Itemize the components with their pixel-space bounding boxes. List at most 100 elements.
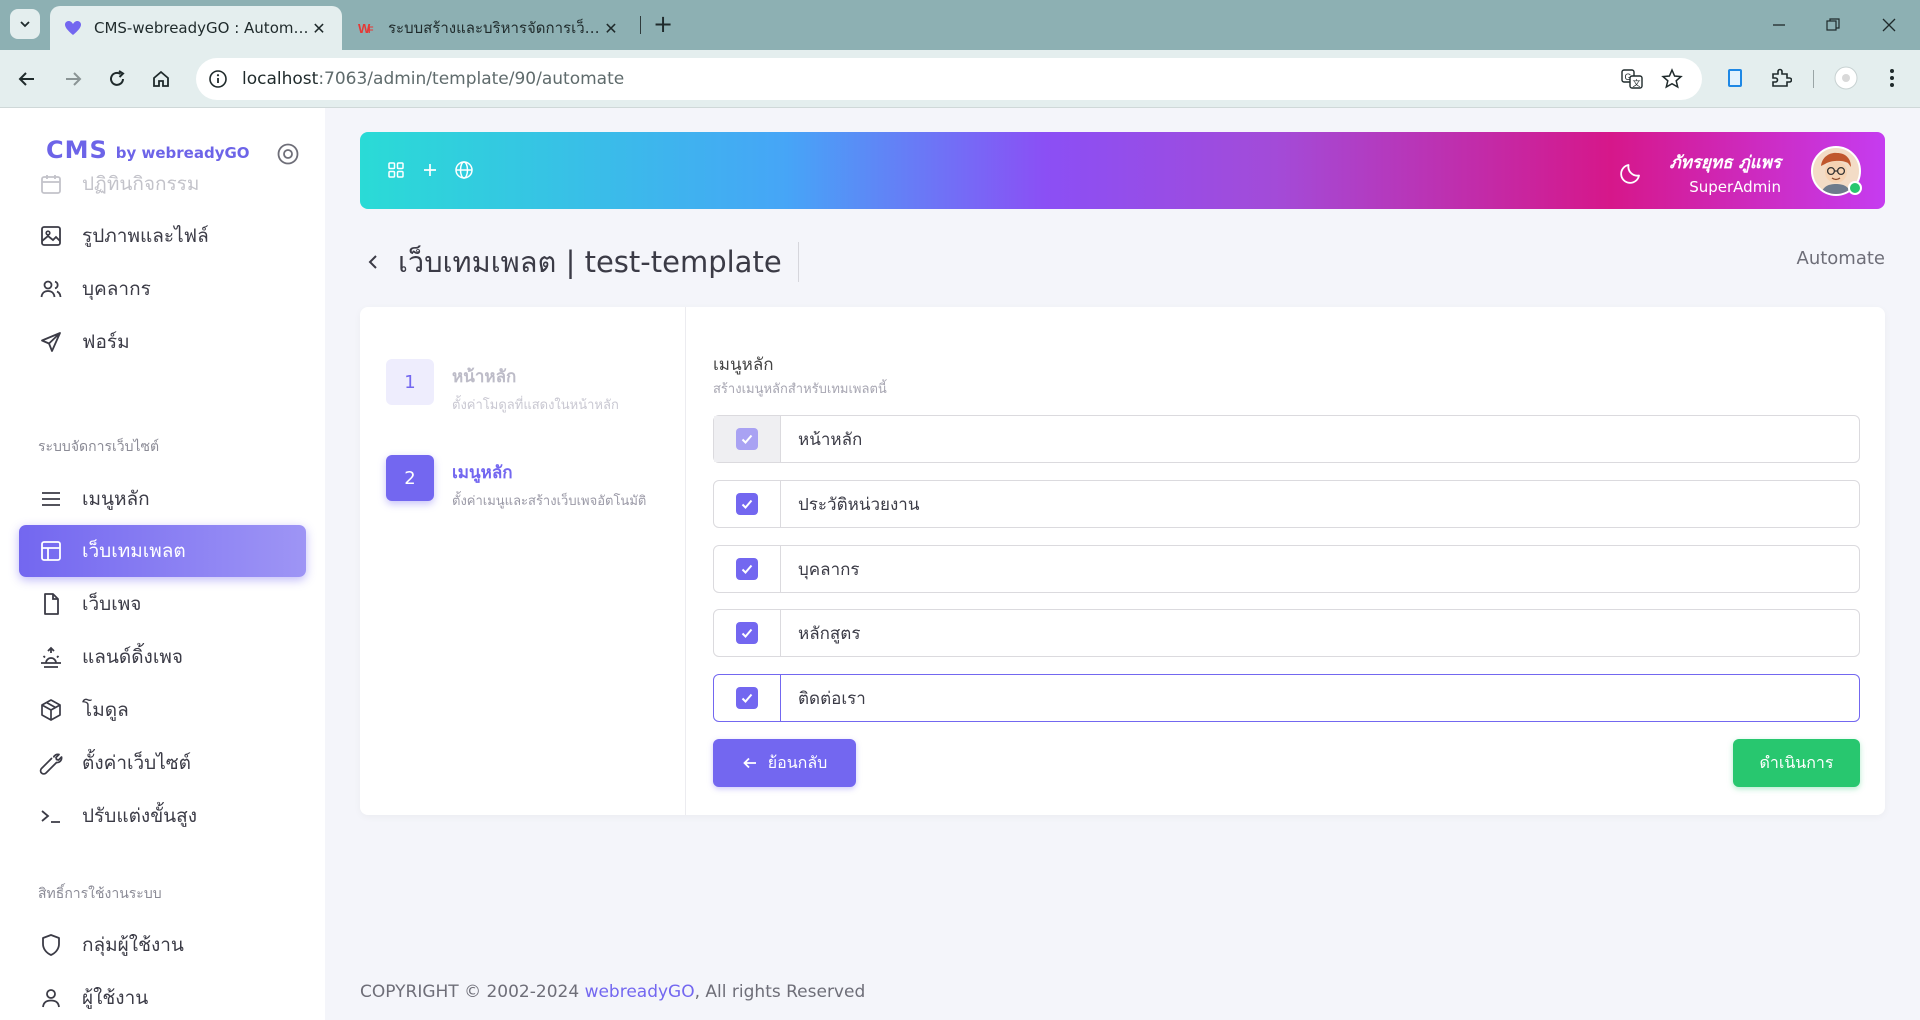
site-info-icon[interactable] (206, 67, 230, 91)
bookmark-star-icon[interactable] (1660, 67, 1684, 91)
url-text: localhost:7063/admin/template/90/automat… (242, 69, 625, 89)
image-icon (38, 223, 64, 249)
check-icon (741, 499, 753, 509)
url-input[interactable]: localhost:7063/admin/template/90/automat… (196, 58, 1702, 100)
back-button[interactable] (12, 64, 42, 94)
back-button[interactable]: ย้อนกลับ (713, 739, 856, 787)
menu-item-checkbox[interactable] (736, 493, 758, 515)
menu-item-row: ประวัติหน่วยงาน (713, 480, 1860, 528)
section-title-access: สิทธิ์การใช้งานระบบ (38, 886, 162, 902)
wizard-step-1[interactable]: 1 หน้าหลัก ตั้งค่าโมดูลที่แสดงในหน้าหลัก (386, 359, 619, 415)
footer-copyright: COPYRIGHT © 2002-2024 (360, 982, 585, 1002)
forward-button[interactable] (58, 64, 88, 94)
moon-icon[interactable] (1619, 157, 1647, 185)
form-title: เมนูหลัก (713, 355, 774, 375)
grid-icon[interactable] (384, 158, 408, 182)
browser-tab-bar: CMS-webreadyGO : Automate ✕ WF ระบบสร้าง… (0, 0, 1920, 50)
phone-extension-icon[interactable] (1721, 64, 1749, 92)
globe-icon[interactable] (452, 158, 476, 182)
menu-item-input[interactable]: หน้าหลัก (781, 416, 862, 462)
address-bar: localhost:7063/admin/template/90/automat… (0, 50, 1920, 108)
home-icon (153, 70, 169, 87)
footer-link[interactable]: webreadyGO (585, 982, 695, 1002)
avatar[interactable] (1811, 146, 1862, 196)
menu-item-row: ติดต่อเรา (713, 674, 1860, 722)
submit-button[interactable]: ดำเนินการ (1733, 739, 1860, 787)
page-title: เว็บเทมเพลต | test-template (398, 245, 782, 279)
reload-button[interactable] (102, 64, 132, 94)
online-status-dot (1848, 181, 1862, 195)
plus-icon[interactable] (418, 158, 442, 182)
sidebar-item-label: โมดูล (82, 699, 129, 721)
sidebar: CMS by webreadyGO ปฏิทินกิจกรรม รูปภาพแล… (0, 108, 325, 1020)
form-subtitle: สร้างเมนูหลักสำหรับเทมเพลตนี้ (713, 382, 887, 397)
wf-logo-icon: WF (358, 19, 376, 37)
sidebar-item-modules[interactable]: โมดูล (19, 684, 306, 736)
svg-text:文: 文 (1633, 78, 1641, 88)
top-navbar: ภัทรยุทธ ภู่แพร SuperAdmin (360, 132, 1885, 209)
menu-item-checkbox[interactable] (736, 622, 758, 644)
sidebar-item-main-menu[interactable]: เมนูหลัก (19, 473, 306, 525)
more-vertical-icon[interactable] (1878, 64, 1906, 92)
sidebar-item-site-settings[interactable]: ตั้งค่าเว็บไซต์ (19, 737, 306, 789)
terminal-icon (38, 803, 64, 829)
menu-item-input[interactable]: หลักสูตร (781, 610, 860, 656)
sidebar-item-label: บุคลากร (82, 278, 151, 300)
reload-icon (110, 70, 125, 86)
sidebar-item-label: ตั้งค่าเว็บไซต์ (82, 752, 192, 774)
browser-tab[interactable]: WF ระบบสร้างและบริหารจัดการเว็บไซต์ ✕ (344, 6, 634, 50)
sunrise-icon (38, 644, 64, 670)
sidebar-item-landing-page[interactable]: แลนด์ดิ้งเพจ (19, 631, 306, 683)
sidebar-item-users[interactable]: ผู้ใช้งาน (19, 972, 306, 1020)
tab-search-button[interactable] (10, 9, 40, 39)
sidebar-item-forms[interactable]: ฟอร์ม (19, 316, 306, 368)
menu-item-input[interactable]: ประวัติหน่วยงาน (781, 481, 919, 527)
sidebar-item-label: ปรับแต่งขั้นสูง (82, 805, 198, 827)
section-title-site: ระบบจัดการเว็บไซต์ (38, 439, 160, 455)
minimize-icon[interactable] (1766, 12, 1792, 38)
step-number: 1 (386, 359, 434, 405)
menu-item-row: บุคลากร (713, 545, 1860, 593)
translate-icon[interactable]: G文 (1620, 67, 1644, 91)
menu-item-checkbox[interactable] (736, 687, 758, 709)
wrench-icon (38, 750, 64, 776)
sidebar-item-calendar[interactable]: ปฏิทินกิจกรรม (19, 158, 306, 210)
menu-item-input[interactable]: บุคลากร (781, 546, 860, 592)
step-subtitle: ตั้งค่าเมนูและสร้างเว็บเพจอัตโนมัติ (452, 494, 647, 509)
tab-close-icon[interactable]: ✕ (310, 19, 328, 38)
tab-close-icon[interactable]: ✕ (602, 19, 620, 38)
sidebar-item-label: แลนด์ดิ้งเพจ (82, 646, 183, 668)
sidebar-item-web-page[interactable]: เว็บเพจ (19, 578, 306, 630)
sidebar-item-advanced[interactable]: ปรับแต่งขั้นสูง (19, 790, 306, 842)
chevron-down-icon (20, 21, 30, 28)
menu-item-input[interactable]: ติดต่อเรา (781, 675, 866, 721)
new-tab-button[interactable]: + (650, 10, 676, 40)
wizard-step-2[interactable]: 2 เมนูหลัก ตั้งค่าเมนูและสร้างเว็บเพจอัต… (386, 455, 646, 511)
tab-separator (640, 16, 641, 34)
sidebar-item-label: รูปภาพและไฟล์ (82, 225, 209, 247)
sidebar-item-label: กลุ่มผู้ใช้งาน (82, 934, 184, 956)
sidebar-item-label: เมนูหลัก (82, 488, 150, 510)
browser-tab-active[interactable]: CMS-webreadyGO : Automate ✕ (50, 6, 342, 50)
toolbar-separator (1813, 70, 1814, 88)
extensions-puzzle-icon[interactable] (1767, 64, 1795, 92)
sidebar-item-web-template[interactable]: เว็บเทมเพลต (19, 525, 306, 577)
sidebar-item-personnel[interactable]: บุคลากร (19, 263, 306, 315)
tab-title: ระบบสร้างและบริหารจัดการเว็บไซต์ (388, 19, 602, 37)
step-number: 2 (386, 455, 434, 501)
sidebar-item-images[interactable]: รูปภาพและไฟล์ (19, 210, 306, 262)
chevron-left-icon[interactable] (360, 249, 386, 275)
user-role: SuperAdmin (1689, 178, 1781, 196)
profile-avatar-icon[interactable] (1832, 64, 1860, 92)
menu-item-checkbox[interactable] (736, 558, 758, 580)
home-button[interactable] (146, 64, 176, 94)
close-window-icon[interactable] (1876, 12, 1902, 38)
heart-icon (64, 19, 82, 37)
users-icon (38, 276, 64, 302)
user-info[interactable]: ภัทรยุทธ ภู่แพร SuperAdmin (1669, 149, 1781, 196)
sidebar-item-user-groups[interactable]: กลุ่มผู้ใช้งาน (19, 919, 306, 971)
restore-icon[interactable] (1820, 12, 1846, 38)
tab-title: CMS-webreadyGO : Automate (94, 19, 310, 37)
submit-button-label: ดำเนินการ (1759, 752, 1834, 772)
breadcrumb: Automate (1796, 248, 1886, 269)
